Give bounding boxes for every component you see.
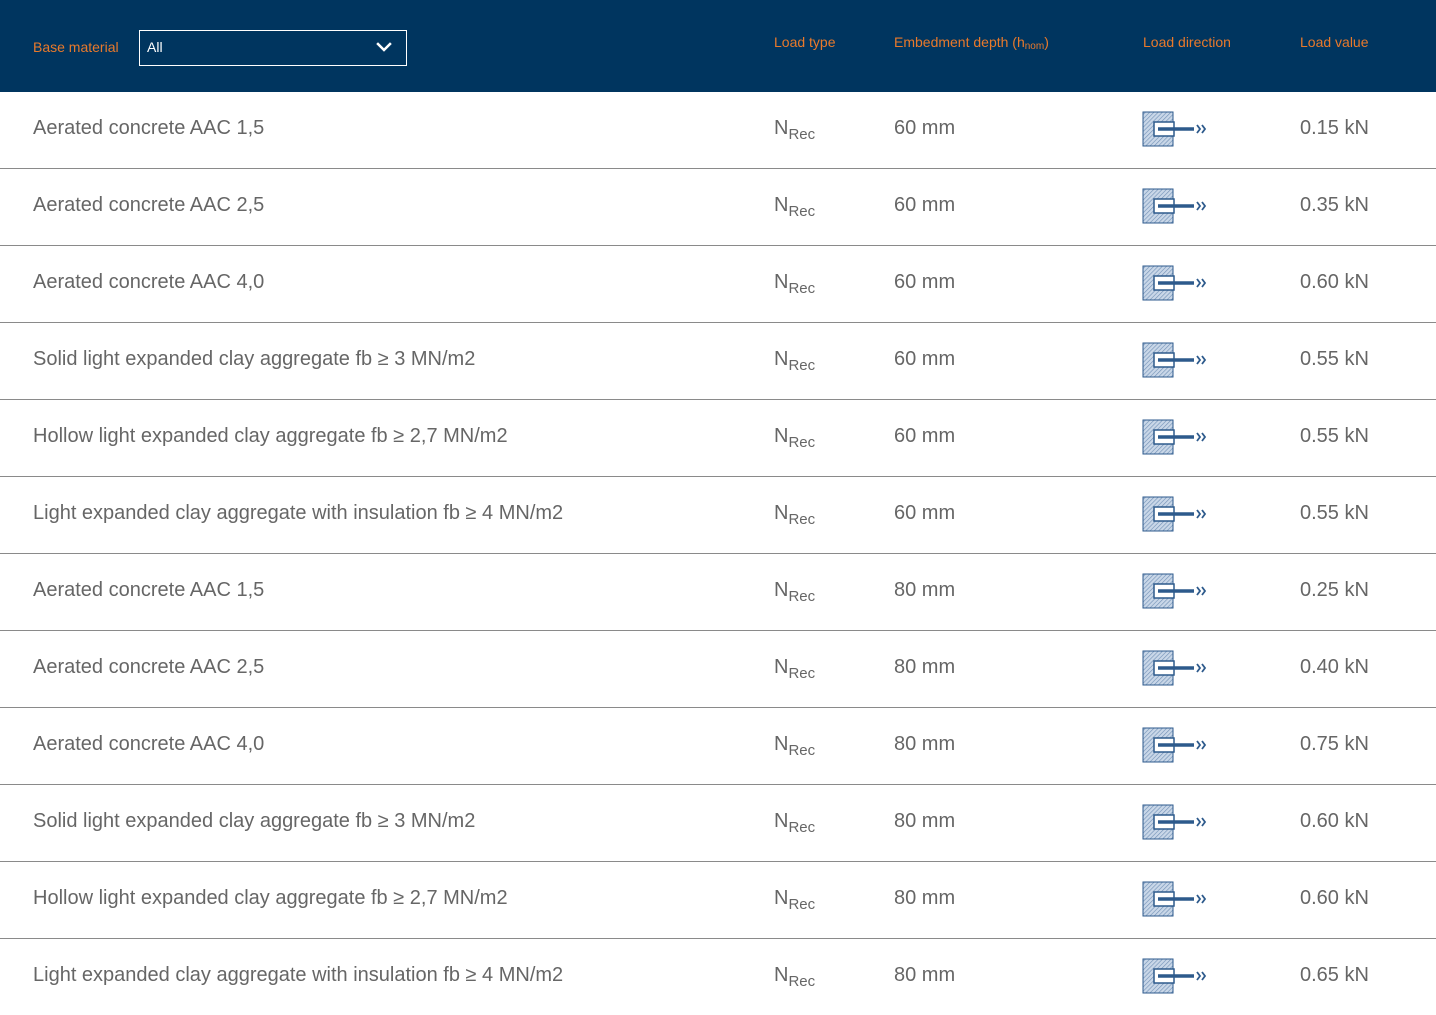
table-row: Aerated concrete AAC 4,0 NRec 80 mm 0.75… [0, 708, 1436, 785]
load-direction-header: Load direction [1143, 34, 1231, 50]
embedment-depth-cell: 80 mm [894, 656, 956, 678]
tension-load-direction-icon [1142, 881, 1207, 917]
embedment-depth-cell: 60 mm [894, 425, 956, 447]
embedment-depth-cell: 80 mm [894, 810, 956, 832]
tension-load-direction-icon [1142, 496, 1207, 532]
table-row: Aerated concrete AAC 2,5 NRec 60 mm 0.35… [0, 169, 1436, 246]
load-type-cell: NRec [774, 733, 816, 759]
embedment-depth-cell: 80 mm [894, 733, 956, 755]
chevron-down-icon [376, 42, 392, 52]
tension-load-direction-icon [1142, 111, 1207, 147]
embedment-depth-header: Embedment depth (hnom) [894, 34, 1049, 52]
base-material-cell: Aerated concrete AAC 4,0 [33, 271, 265, 293]
load-value-cell: 0.35 kN [1300, 194, 1369, 216]
load-value-cell: 0.60 kN [1300, 271, 1369, 293]
base-material-cell: Aerated concrete AAC 1,5 [33, 117, 265, 139]
base-material-cell: Hollow light expanded clay aggregate fb … [33, 887, 508, 909]
tension-load-direction-icon [1142, 650, 1207, 686]
tension-load-direction-icon [1142, 958, 1207, 994]
load-type-cell: NRec [774, 117, 816, 143]
table-row: Solid light expanded clay aggregate fb ≥… [0, 323, 1436, 400]
load-type-cell: NRec [774, 656, 816, 682]
load-value-cell: 0.15 kN [1300, 117, 1369, 139]
load-value-cell: 0.40 kN [1300, 656, 1369, 678]
load-value-cell: 0.65 kN [1300, 964, 1369, 986]
load-value-cell: 0.75 kN [1300, 733, 1369, 755]
table-row: Light expanded clay aggregate with insul… [0, 477, 1436, 554]
tension-load-direction-icon [1142, 727, 1207, 763]
base-material-label: Base material [33, 39, 119, 55]
base-material-cell: Hollow light expanded clay aggregate fb … [33, 425, 508, 447]
embedment-depth-cell: 80 mm [894, 964, 956, 986]
tension-load-direction-icon [1142, 573, 1207, 609]
embedment-depth-cell: 60 mm [894, 117, 956, 139]
load-value-cell: 0.55 kN [1300, 348, 1369, 370]
base-material-cell: Light expanded clay aggregate with insul… [33, 964, 564, 986]
table-row: Aerated concrete AAC 1,5 NRec 80 mm 0.25… [0, 554, 1436, 631]
table-header: Base material All Load type Embedment de… [0, 0, 1436, 92]
load-value-header: Load value [1300, 34, 1369, 50]
base-material-cell: Aerated concrete AAC 4,0 [33, 733, 265, 755]
table-row: Aerated concrete AAC 1,5 NRec 60 mm 0.15… [0, 92, 1436, 169]
base-material-cell: Aerated concrete AAC 1,5 [33, 579, 265, 601]
table-row: Aerated concrete AAC 4,0 NRec 60 mm 0.60… [0, 246, 1436, 323]
embedment-depth-cell: 60 mm [894, 194, 956, 216]
load-type-cell: NRec [774, 810, 816, 836]
base-material-cell: Aerated concrete AAC 2,5 [33, 194, 265, 216]
load-value-cell: 0.55 kN [1300, 502, 1369, 524]
embedment-depth-cell: 60 mm [894, 271, 956, 293]
load-type-cell: NRec [774, 271, 816, 297]
load-value-cell: 0.55 kN [1300, 425, 1369, 447]
embedment-depth-cell: 60 mm [894, 502, 956, 524]
table-row: Light expanded clay aggregate with insul… [0, 939, 1436, 1015]
base-material-cell: Aerated concrete AAC 2,5 [33, 656, 265, 678]
load-type-cell: NRec [774, 425, 816, 451]
base-material-select[interactable]: All [139, 30, 407, 66]
tension-load-direction-icon [1142, 342, 1207, 378]
table-body: Aerated concrete AAC 1,5 NRec 60 mm 0.15… [0, 92, 1436, 1015]
table-row: Aerated concrete AAC 2,5 NRec 80 mm 0.40… [0, 631, 1436, 708]
base-material-select-value: All [147, 39, 163, 55]
load-type-cell: NRec [774, 887, 816, 913]
tension-load-direction-icon [1142, 804, 1207, 840]
tension-load-direction-icon [1142, 188, 1207, 224]
base-material-cell: Light expanded clay aggregate with insul… [33, 502, 564, 524]
load-value-cell: 0.25 kN [1300, 579, 1369, 601]
embedment-depth-cell: 60 mm [894, 348, 956, 370]
table-row: Solid light expanded clay aggregate fb ≥… [0, 785, 1436, 862]
load-value-cell: 0.60 kN [1300, 887, 1369, 909]
base-material-cell: Solid light expanded clay aggregate fb ≥… [33, 810, 476, 832]
embedment-depth-cell: 80 mm [894, 887, 956, 909]
embedment-depth-cell: 80 mm [894, 579, 956, 601]
table-row: Hollow light expanded clay aggregate fb … [0, 862, 1436, 939]
load-type-cell: NRec [774, 502, 816, 528]
base-material-cell: Solid light expanded clay aggregate fb ≥… [33, 348, 476, 370]
load-values-table: Base material All Load type Embedment de… [0, 0, 1436, 1015]
load-type-header: Load type [774, 34, 836, 50]
load-type-cell: NRec [774, 194, 816, 220]
tension-load-direction-icon [1142, 265, 1207, 301]
load-type-cell: NRec [774, 348, 816, 374]
table-row: Hollow light expanded clay aggregate fb … [0, 400, 1436, 477]
load-value-cell: 0.60 kN [1300, 810, 1369, 832]
load-type-cell: NRec [774, 579, 816, 605]
tension-load-direction-icon [1142, 419, 1207, 455]
load-type-cell: NRec [774, 964, 816, 990]
